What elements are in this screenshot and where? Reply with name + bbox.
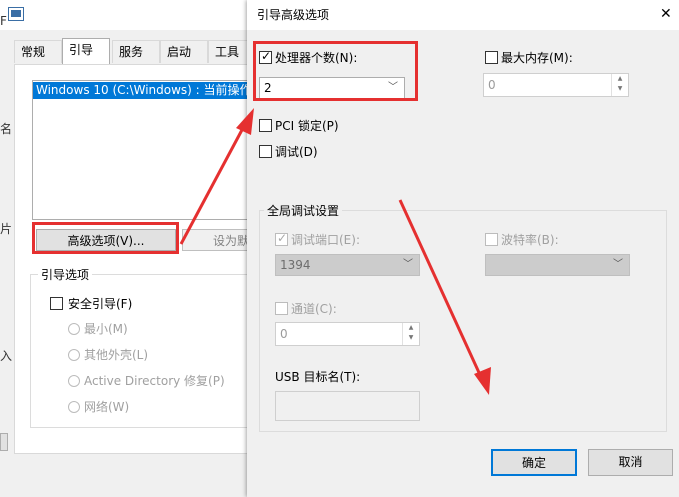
annotation-arrow-line — [179, 127, 245, 245]
annotation-arrowhead — [474, 367, 491, 395]
annotation-arrows — [179, 108, 491, 395]
annotation-arrow-line — [398, 199, 483, 378]
annotation-arrowhead — [236, 108, 254, 135]
